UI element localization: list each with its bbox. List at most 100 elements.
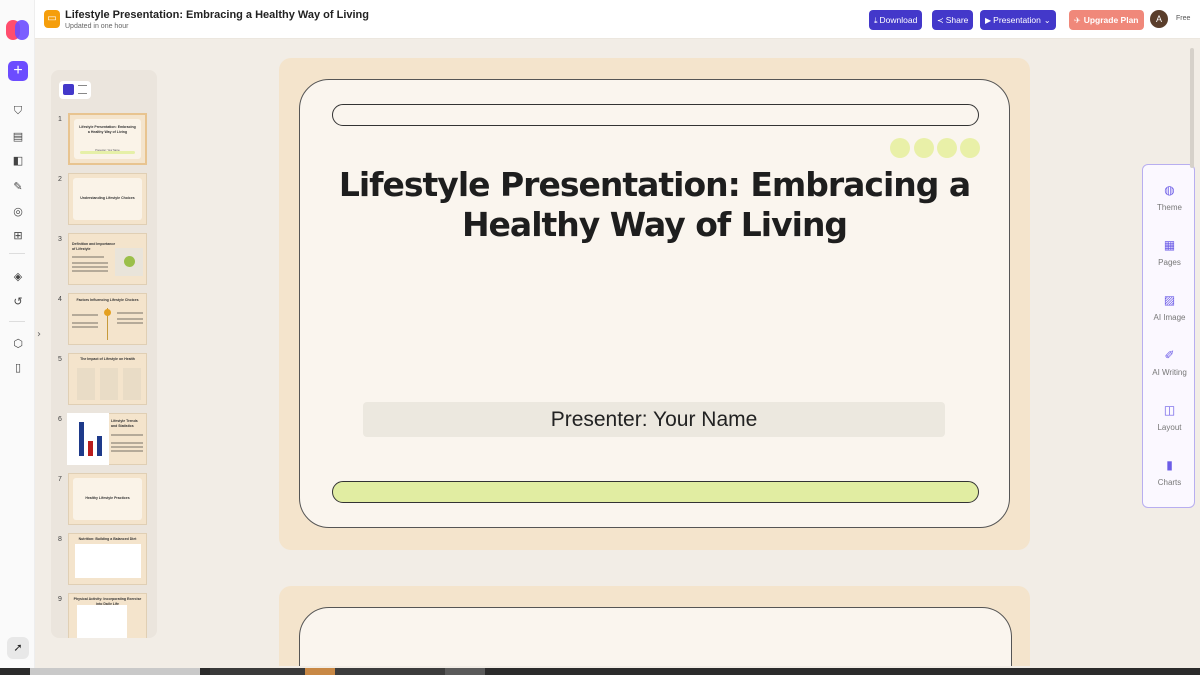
- slide-number: 2: [58, 176, 62, 183]
- thumbnail-title: Lifestyle Presentation: Embracing a Heal…: [79, 125, 136, 134]
- slide-number: 9: [58, 596, 62, 603]
- add-button[interactable]: +: [8, 61, 28, 81]
- presentation-icon[interactable]: ◧: [11, 154, 25, 168]
- app-logo[interactable]: [6, 18, 30, 42]
- slide-thumbnail[interactable]: 2 Understanding Lifestyle Choices: [51, 173, 157, 229]
- slide-thumbnail[interactable]: 7 Healthy Lifestyle Practices: [51, 473, 157, 529]
- slides-panel: 1 Lifestyle Presentation: Embracing a He…: [51, 70, 157, 638]
- charts-tool[interactable]: ▮ Charts: [1143, 440, 1196, 495]
- slide-thumbnail[interactable]: 4 Factors Influencing Lifestyle Choices: [51, 293, 157, 349]
- presentation-button[interactable]: ▶ Presentation ⌄: [980, 10, 1056, 30]
- decorative-dot: [890, 138, 910, 158]
- tool-label: AI Image: [1153, 313, 1186, 322]
- share-label: Share: [945, 15, 969, 25]
- slide-number: 5: [58, 356, 62, 363]
- pages-icon: ▦: [1163, 238, 1176, 252]
- palette-icon: ◍: [1164, 183, 1175, 197]
- avatar[interactable]: A: [1150, 10, 1168, 28]
- decorative-dot: [937, 138, 957, 158]
- templates-icon[interactable]: ⛉: [11, 104, 25, 118]
- rocket-icon[interactable]: ➚: [7, 637, 29, 659]
- upgrade-plan-button[interactable]: ✈ Upgrade Plan: [1069, 10, 1144, 30]
- document-icon[interactable]: ▤: [11, 130, 25, 144]
- thumbnail-preview[interactable]: Lifestyle Trends and Statistics: [67, 413, 147, 465]
- apps-grid-icon[interactable]: ⊞: [11, 229, 25, 243]
- presenter-box[interactable]: Presenter: Your Name: [363, 402, 945, 437]
- decorative-bar-bottom: [332, 481, 979, 503]
- thumbnail-preview[interactable]: Factors Influencing Lifestyle Choices: [68, 293, 147, 345]
- download-icon: ⤓: [874, 16, 878, 25]
- share-button[interactable]: ≺ Share: [932, 10, 974, 30]
- chevron-down-icon: ⌄: [1043, 16, 1051, 25]
- slide-number: 4: [58, 296, 62, 303]
- grid-view-icon[interactable]: [63, 84, 74, 95]
- tool-label: Layout: [1157, 423, 1182, 432]
- thumbnail-title: Factors Influencing Lifestyle Choices: [76, 298, 139, 302]
- rocket-small-icon: ✈: [1074, 16, 1081, 25]
- slide-title[interactable]: Lifestyle Presentation: Embracing a Heal…: [320, 165, 989, 245]
- tools-panel: ◍ Theme ▦ Pages ▨ AI Image ✐ AI Writing …: [1142, 164, 1195, 508]
- decorative-pill-top: [332, 104, 979, 126]
- thumbnail-preview[interactable]: Understanding Lifestyle Choices: [68, 173, 147, 225]
- slide-thumbnail[interactable]: 6 Lifestyle Trends and Statistics: [51, 413, 157, 469]
- slide-number: 1: [58, 116, 62, 123]
- history-icon[interactable]: ↺: [11, 295, 25, 309]
- slide-thumbnail[interactable]: 3 Definition and Importance of Lifestyle: [51, 233, 157, 289]
- presentation-doc-icon: ▭: [44, 10, 60, 28]
- presentation-label: Presentation: [993, 15, 1041, 25]
- slide-thumbnail[interactable]: 9 Physical Activity: Incorporating Exerc…: [51, 593, 157, 638]
- decorative-dot: [960, 138, 980, 158]
- thumbnail-preview[interactable]: Definition and Importance of Lifestyle: [68, 233, 147, 285]
- tool-label: Theme: [1157, 203, 1182, 212]
- top-bar: ▭ Lifestyle Presentation: Embracing a He…: [35, 0, 1200, 39]
- thumbnail-title: Definition and Importance of Lifestyle: [72, 242, 116, 251]
- app-rail: + ⛉ ▤ ◧ ✎ ◎ ⊞ ◈ ↺ ⬡ ▯ ➚: [0, 0, 35, 668]
- next-slide-canvas[interactable]: [279, 586, 1030, 666]
- pages-tool[interactable]: ▦ Pages: [1143, 220, 1196, 275]
- slide-thumbnail[interactable]: 5 The Impact of Lifestyle on Health: [51, 353, 157, 409]
- plan-badge: Free: [1176, 15, 1191, 22]
- thumbnail-preview[interactable]: Nutrition: Building a Balanced Diet: [68, 533, 147, 585]
- view-toggle[interactable]: [59, 81, 91, 99]
- layout-tool[interactable]: ◫ Layout: [1143, 385, 1196, 440]
- charts-icon: ▮: [1166, 458, 1173, 472]
- ai-writing-tool[interactable]: ✐ AI Writing: [1143, 330, 1196, 385]
- document-title[interactable]: Lifestyle Presentation: Embracing a Heal…: [65, 9, 369, 21]
- ai-image-icon: ▨: [1163, 293, 1176, 307]
- mobile-icon[interactable]: ▯: [11, 361, 25, 375]
- scrollbar[interactable]: [1190, 48, 1194, 168]
- os-taskbar: [0, 668, 1200, 675]
- thumbnail-title: Understanding Lifestyle Choices: [80, 196, 135, 200]
- play-icon: ▶: [985, 16, 992, 25]
- slide-thumbnail[interactable]: 1 Lifestyle Presentation: Embracing a He…: [51, 113, 157, 169]
- ai-image-tool[interactable]: ▨ AI Image: [1143, 275, 1196, 330]
- target-icon[interactable]: ◎: [11, 205, 25, 219]
- chevron-right-icon[interactable]: ›: [37, 329, 41, 340]
- rail-divider: [9, 321, 25, 322]
- slide-number: 3: [58, 236, 62, 243]
- slide-card: [299, 607, 1012, 666]
- document-status: Updated in one hour: [65, 23, 129, 30]
- thumbnail-preview[interactable]: Physical Activity: Incorporating Exercis…: [68, 593, 147, 638]
- list-view-icon[interactable]: [78, 85, 87, 94]
- tool-label: Pages: [1158, 258, 1181, 267]
- slide-canvas[interactable]: Lifestyle Presentation: Embracing a Heal…: [279, 58, 1030, 550]
- theme-tool[interactable]: ◍ Theme: [1143, 165, 1196, 220]
- download-label: Download: [879, 15, 918, 25]
- layout-icon: ◫: [1163, 403, 1176, 417]
- slide-thumbnail[interactable]: 8 Nutrition: Building a Balanced Diet: [51, 533, 157, 589]
- slide-card: Lifestyle Presentation: Embracing a Heal…: [299, 79, 1010, 528]
- cube-icon[interactable]: ⬡: [11, 337, 25, 351]
- presenter-text[interactable]: Presenter: Your Name: [363, 402, 945, 437]
- thumbnail-title: Lifestyle Trends and Statistics: [111, 419, 138, 428]
- thumbnail-title: The Impact of Lifestyle on Health: [80, 357, 135, 361]
- ai-writing-icon: ✐: [1164, 348, 1175, 362]
- decorative-dot: [914, 138, 934, 158]
- layers-icon[interactable]: ◈: [11, 270, 25, 284]
- thumbnail-preview[interactable]: The Impact of Lifestyle on Health: [68, 353, 147, 405]
- thumbnail-preview[interactable]: Lifestyle Presentation: Embracing a Heal…: [68, 113, 147, 165]
- slide-number: 8: [58, 536, 62, 543]
- download-button[interactable]: ⤓ Download: [869, 10, 923, 30]
- thumbnail-preview[interactable]: Healthy Lifestyle Practices: [68, 473, 147, 525]
- pen-icon[interactable]: ✎: [11, 180, 25, 194]
